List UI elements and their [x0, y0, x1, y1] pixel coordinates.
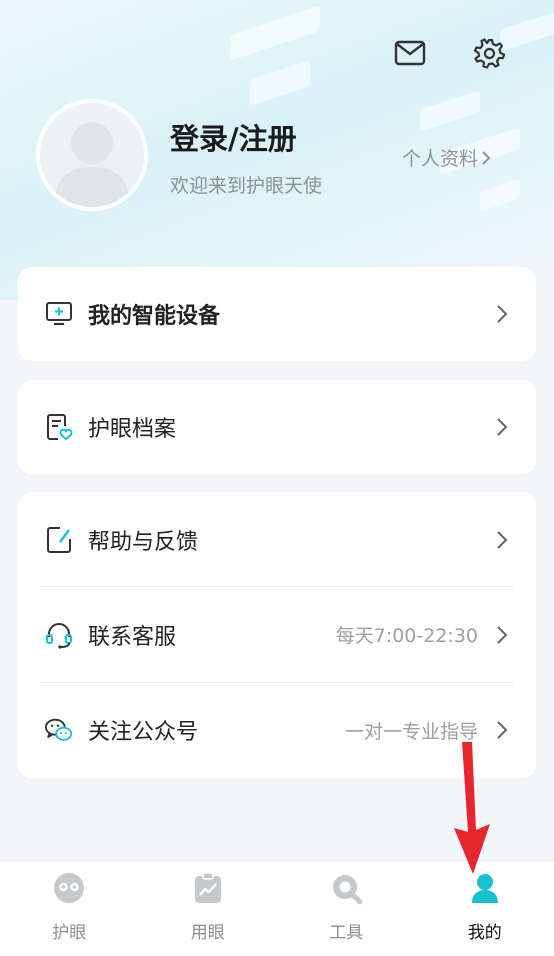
profile-details-link[interactable]: 个人资料 [402, 144, 492, 171]
edit-icon [44, 525, 74, 555]
eye-mascot-icon [52, 871, 86, 905]
user-placeholder-icon [54, 122, 130, 207]
guidance-text: 一对一专业指导 [344, 720, 478, 743]
devices-card: 我的智能设备 [18, 267, 536, 361]
decorative-shape [250, 60, 310, 106]
avatar[interactable] [36, 99, 148, 211]
service-hours-text: 每天7:00-22:30 [335, 625, 478, 648]
decorative-shape [500, 10, 554, 52]
eye-records-card: 护眼档案 [18, 380, 536, 474]
tab-eye-care[interactable]: 护眼 [0, 861, 139, 956]
tab-mine[interactable]: 我的 [416, 861, 554, 956]
gear-icon [473, 38, 505, 69]
decorative-shape [230, 5, 320, 61]
menu-item-help-feedback[interactable]: 帮助与反馈 [18, 492, 536, 588]
tab-label: 护眼 [52, 923, 87, 943]
tab-label: 用眼 [190, 923, 225, 943]
welcome-text: 欢迎来到护眼天使 [170, 175, 323, 197]
messages-button[interactable] [392, 35, 428, 71]
monitor-plus-icon [44, 299, 74, 329]
menu-item-smart-devices[interactable]: 我的智能设备 [18, 267, 536, 361]
profile-link-label: 个人资料 [402, 148, 479, 170]
menu-item-official-account[interactable]: 关注公众号 一对一专业指导 [18, 683, 536, 778]
decorative-shape [420, 90, 480, 132]
chevron-right-icon [494, 303, 510, 325]
document-heart-icon [44, 412, 74, 442]
chevron-right-icon [494, 529, 510, 551]
menu-item-label: 帮助与反馈 [88, 529, 199, 555]
settings-button[interactable] [471, 35, 507, 71]
chevron-right-icon [482, 150, 491, 165]
chevron-right-icon [494, 719, 510, 741]
headset-icon [44, 620, 74, 650]
tab-tools[interactable]: 工具 [277, 861, 416, 956]
bottom-tab-bar: 护眼 用眼 工具 我的 [0, 860, 554, 956]
menu-item-customer-service[interactable]: 联系客服 每天7:00-22:30 [18, 587, 536, 683]
tab-label: 工具 [329, 923, 364, 943]
menu-item-eye-records[interactable]: 护眼档案 [18, 380, 536, 474]
mail-icon [394, 40, 426, 66]
tab-label: 我的 [467, 923, 502, 943]
support-card: 帮助与反馈 联系客服 每天7:00-22:30 关注公众号 一对一专业指导 [18, 492, 536, 778]
menu-item-label: 关注公众号 [88, 720, 199, 746]
person-icon [468, 871, 502, 905]
login-register-link[interactable]: 登录/注册 [170, 116, 297, 158]
chevron-right-icon [494, 624, 510, 646]
search-tool-icon [329, 871, 363, 905]
decorative-shape [480, 178, 520, 212]
tab-eye-usage[interactable]: 用眼 [139, 861, 278, 956]
menu-item-label: 护眼档案 [88, 417, 177, 442]
chart-clipboard-icon [191, 871, 225, 905]
chevron-right-icon [494, 416, 510, 438]
menu-item-label: 联系客服 [88, 624, 177, 650]
wechat-icon [44, 715, 74, 745]
menu-item-label: 我的智能设备 [88, 304, 221, 329]
